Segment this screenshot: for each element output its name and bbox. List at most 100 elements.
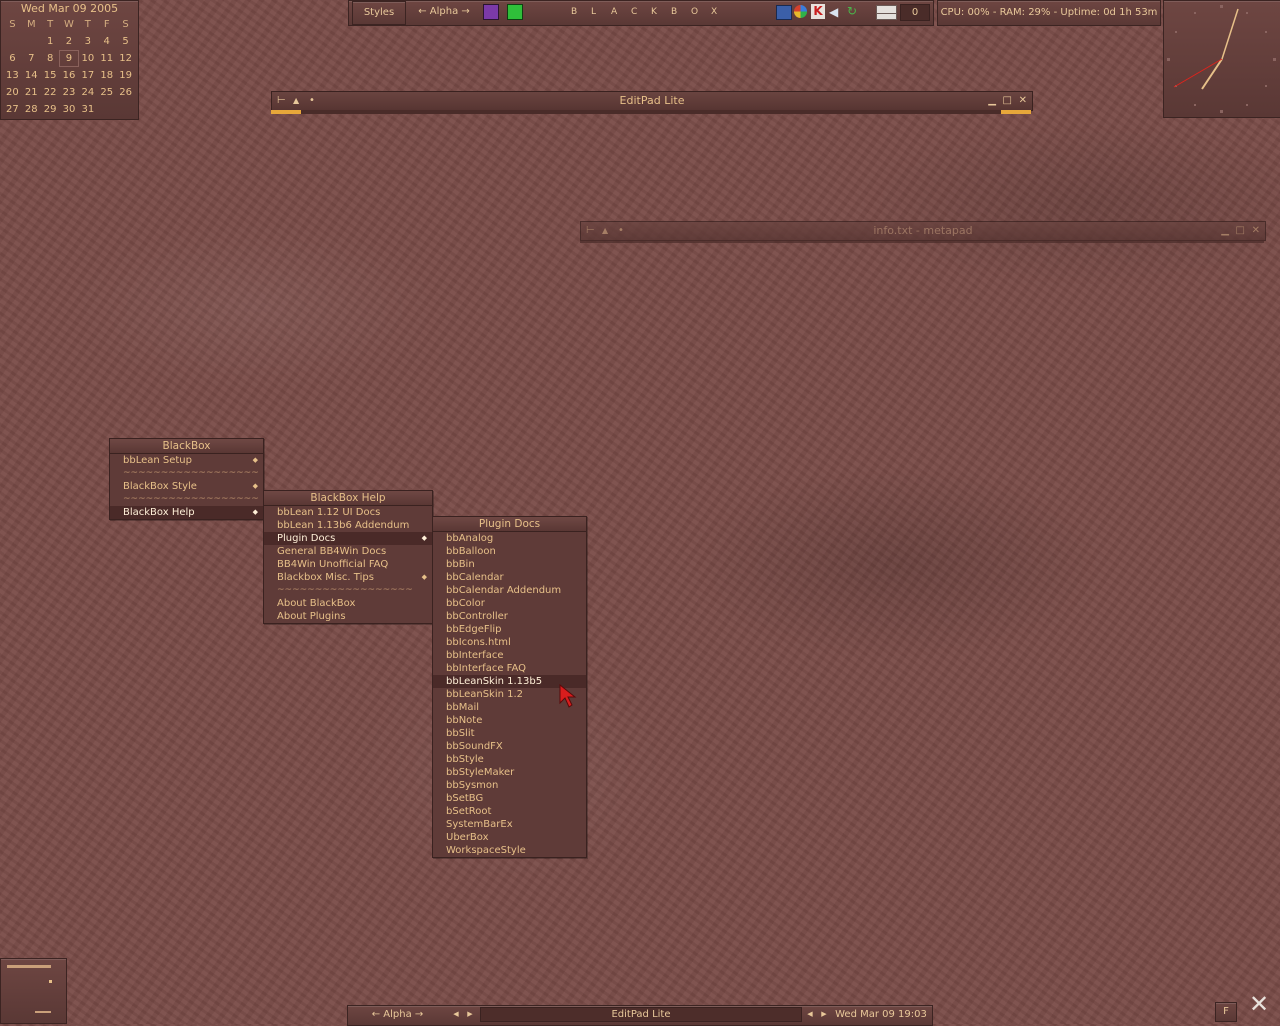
next-workspace-icon[interactable]: ▶ bbox=[465, 1007, 475, 1022]
menu-item-misc-tips[interactable]: Blackbox Misc. Tips ◆ bbox=[264, 571, 432, 584]
minimize-icon[interactable]: ▁ bbox=[988, 92, 996, 110]
calendar-day[interactable]: 17 bbox=[78, 68, 97, 83]
editpad-window[interactable]: ⊢ ▲ • EditPad Lite ▁ □ ✕ bbox=[271, 91, 1033, 111]
plugin-doc-item[interactable]: bbBalloon bbox=[433, 545, 586, 558]
calendar-day[interactable]: 9 bbox=[58, 50, 80, 67]
plugin-doc-item[interactable]: bbAnalog bbox=[433, 532, 586, 545]
prev-task-icon[interactable]: ◀ bbox=[805, 1007, 815, 1022]
blackbox-letter[interactable]: K bbox=[651, 1, 657, 23]
calendar-day[interactable]: 1 bbox=[41, 34, 60, 49]
calendar-day[interactable]: 3 bbox=[78, 34, 97, 49]
calendar-day[interactable]: 18 bbox=[97, 68, 116, 83]
calendar-day[interactable]: 22 bbox=[41, 85, 60, 100]
menu-item[interactable]: BB4Win Unofficial FAQ bbox=[264, 558, 432, 571]
plugin-doc-item[interactable]: bbInterface FAQ bbox=[433, 662, 586, 675]
menu-item-blackbox-style[interactable]: BlackBox Style ◆ bbox=[110, 480, 263, 493]
blackbox-letter[interactable]: B bbox=[571, 1, 577, 23]
close-icon[interactable]: ✕ bbox=[1252, 222, 1260, 240]
blackbox-letter[interactable]: X bbox=[711, 1, 717, 23]
maximize-icon[interactable]: □ bbox=[1003, 92, 1012, 110]
workspace-pager[interactable] bbox=[0, 958, 67, 1024]
calendar-day[interactable]: 6 bbox=[3, 51, 22, 66]
plugin-doc-item[interactable]: bbBin bbox=[433, 558, 586, 571]
calendar-day[interactable]: 12 bbox=[116, 51, 135, 66]
plugin-doc-item[interactable]: bbEdgeFlip bbox=[433, 623, 586, 636]
plugin-doc-item[interactable]: WorkspaceStyle bbox=[433, 844, 586, 857]
taskbar-workspace[interactable]: ← Alpha → bbox=[355, 1007, 440, 1022]
calendar-day[interactable]: 20 bbox=[3, 85, 22, 100]
menu-item[interactable]: About Plugins bbox=[264, 610, 432, 623]
calendar-day[interactable]: 28 bbox=[22, 102, 41, 117]
styles-button[interactable]: Styles bbox=[352, 1, 406, 25]
metapad-window[interactable]: ⊢ ▲ • info.txt - metapad ▁ □ ✕ bbox=[580, 221, 1266, 241]
menu-item[interactable]: About BlackBox bbox=[264, 597, 432, 610]
plugin-doc-item[interactable]: bSetBG bbox=[433, 792, 586, 805]
plugin-doc-item[interactable]: bbSlit bbox=[433, 727, 586, 740]
workspace-switch[interactable]: ← Alpha → bbox=[412, 1, 476, 23]
update-icon[interactable]: ↻ bbox=[847, 4, 861, 19]
calendar-day[interactable]: 24 bbox=[78, 85, 97, 100]
calendar-day[interactable]: 21 bbox=[22, 85, 41, 100]
plugin-doc-item[interactable]: bbColor bbox=[433, 597, 586, 610]
volume-icon[interactable]: ◀ bbox=[829, 5, 838, 19]
antivirus-icon[interactable]: K bbox=[811, 4, 825, 19]
calendar-day[interactable]: 7 bbox=[22, 51, 41, 66]
calendar-day[interactable]: 5 bbox=[116, 34, 135, 49]
close-icon[interactable]: ✕ bbox=[1019, 92, 1027, 110]
mail-icon[interactable] bbox=[876, 5, 897, 20]
prev-workspace-icon[interactable]: ◀ bbox=[451, 1007, 461, 1022]
menu-item-blackbox-help[interactable]: BlackBox Help ◆ bbox=[110, 506, 263, 519]
minimize-icon[interactable]: ▁ bbox=[1221, 222, 1229, 240]
plugin-doc-item[interactable]: bbCalendar Addendum bbox=[433, 584, 586, 597]
plugin-doc-item[interactable]: bbIcons.html bbox=[433, 636, 586, 649]
calendar-day[interactable]: 2 bbox=[60, 34, 79, 49]
calendar-day[interactable]: 13 bbox=[3, 68, 22, 83]
network-icon[interactable] bbox=[776, 5, 792, 20]
plugin-doc-item[interactable]: bbInterface bbox=[433, 649, 586, 662]
resize-grip-right[interactable] bbox=[1001, 110, 1031, 114]
plugin-doc-item[interactable]: bbController bbox=[433, 610, 586, 623]
tools-icon[interactable]: ✕ bbox=[1244, 989, 1274, 1019]
calendar-day[interactable]: 14 bbox=[22, 68, 41, 83]
maximize-icon[interactable]: □ bbox=[1236, 222, 1245, 240]
f-button[interactable]: F bbox=[1215, 1002, 1237, 1022]
menu-item-bblean-setup[interactable]: bbLean Setup ◆ bbox=[110, 454, 263, 467]
calendar-day[interactable]: 15 bbox=[41, 68, 60, 83]
next-task-icon[interactable]: ▶ bbox=[819, 1007, 829, 1022]
menu-item[interactable]: General BB4Win Docs bbox=[264, 545, 432, 558]
plugin-doc-item[interactable]: bbSoundFX bbox=[433, 740, 586, 753]
calendar-day[interactable]: 30 bbox=[60, 102, 79, 117]
calendar-day[interactable]: 8 bbox=[41, 51, 60, 66]
taskbar-task-button[interactable]: EditPad Lite bbox=[480, 1007, 802, 1022]
blackbox-letter[interactable]: B bbox=[671, 1, 677, 23]
blackbox-letter[interactable]: C bbox=[631, 1, 637, 23]
menu-item-plugin-docs[interactable]: Plugin Docs ◆ bbox=[264, 532, 432, 545]
calendar-day[interactable]: 29 bbox=[41, 102, 60, 117]
plugin-icon[interactable] bbox=[483, 4, 499, 20]
plugin-doc-item[interactable]: SystemBarEx bbox=[433, 818, 586, 831]
calendar-day[interactable]: 27 bbox=[3, 102, 22, 117]
calendar-day[interactable]: 16 bbox=[60, 68, 79, 83]
calendar-day[interactable]: 10 bbox=[78, 51, 97, 66]
calendar-day[interactable]: 19 bbox=[116, 68, 135, 83]
menu-item[interactable]: bbLean 1.12 UI Docs bbox=[264, 506, 432, 519]
blackbox-letter[interactable]: L bbox=[591, 1, 596, 23]
plugin-doc-item[interactable]: bbNote bbox=[433, 714, 586, 727]
calendar-day[interactable]: 11 bbox=[97, 51, 116, 66]
plugin-doc-item[interactable]: bbStyle bbox=[433, 753, 586, 766]
plugin-doc-item[interactable]: UberBox bbox=[433, 831, 586, 844]
calendar-day[interactable]: 4 bbox=[97, 34, 116, 49]
plugin-doc-item[interactable]: bbStyleMaker bbox=[433, 766, 586, 779]
blackbox-letter[interactable]: O bbox=[691, 1, 698, 23]
resize-grip-left[interactable] bbox=[271, 110, 301, 114]
plugin-doc-item[interactable]: bbSysmon bbox=[433, 779, 586, 792]
calendar-day[interactable]: 25 bbox=[97, 85, 116, 100]
terminal-icon[interactable] bbox=[507, 4, 523, 20]
calendar-day[interactable]: 31 bbox=[78, 102, 97, 117]
blackbox-letter[interactable]: A bbox=[611, 1, 617, 23]
menu-item[interactable]: bbLean 1.13b6 Addendum bbox=[264, 519, 432, 532]
plugin-doc-item[interactable]: bbCalendar bbox=[433, 571, 586, 584]
calendar-day[interactable]: 26 bbox=[116, 85, 135, 100]
media-icon[interactable] bbox=[794, 5, 807, 18]
plugin-doc-item[interactable]: bSetRoot bbox=[433, 805, 586, 818]
